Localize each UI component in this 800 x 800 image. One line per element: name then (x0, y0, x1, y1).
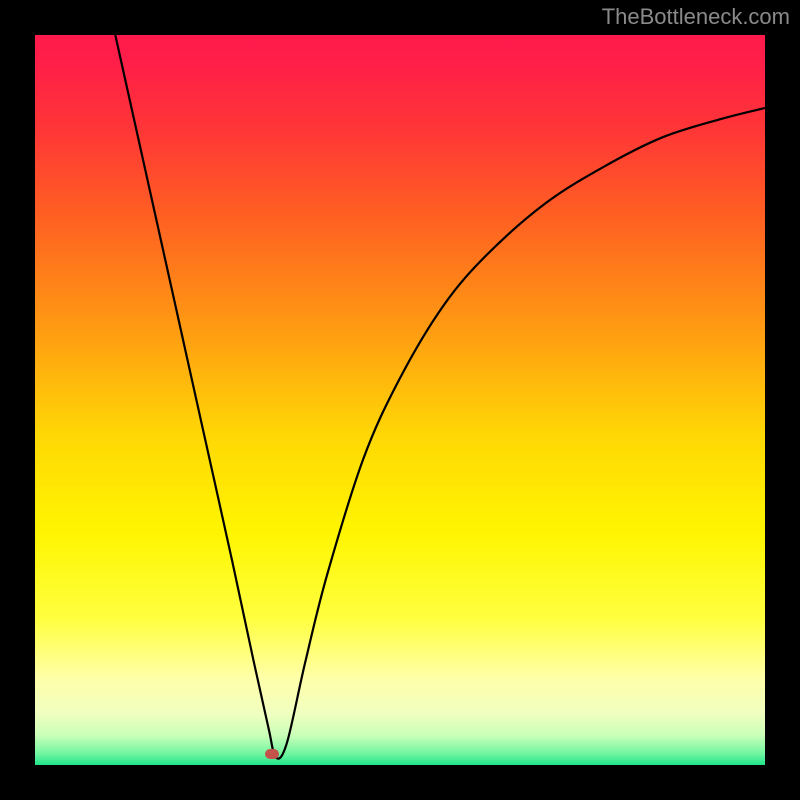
plot-frame (35, 35, 765, 765)
attribution-text: TheBottleneck.com (602, 4, 790, 30)
spectrum-background (35, 35, 765, 765)
optimal-point-marker (265, 749, 279, 759)
